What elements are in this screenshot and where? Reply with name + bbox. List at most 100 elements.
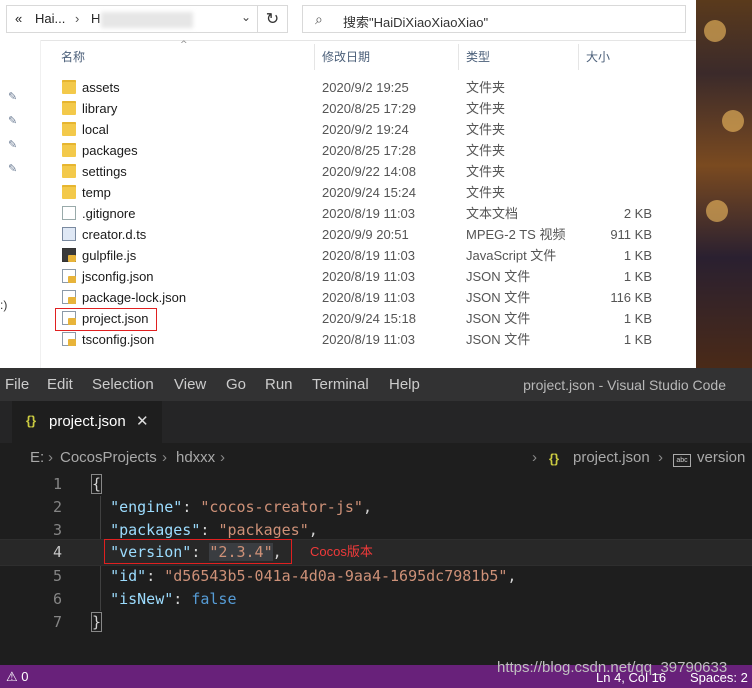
menu-help[interactable]: Help — [389, 376, 420, 393]
menu-file[interactable]: File — [5, 376, 29, 393]
file-row[interactable]: library 2020/8/25 17:29 文件夹 — [56, 98, 696, 119]
breadcrumb-folder[interactable]: CocosProjects — [60, 449, 157, 466]
file-name: local — [82, 122, 109, 137]
column-header-type[interactable]: 类型 — [466, 46, 490, 68]
pane-divider — [40, 40, 41, 368]
file-row[interactable]: jsconfig.json 2020/8/19 11:03 JSON 文件 1 KB — [56, 266, 696, 287]
json-string-value: "packages" — [218, 521, 309, 539]
column-divider[interactable] — [578, 44, 579, 70]
menu-run[interactable]: Run — [265, 376, 293, 393]
search-input[interactable]: ⌕ 搜索"HaiDiXiaoXiaoXiao" — [302, 5, 686, 33]
refresh-button[interactable]: ↻ — [258, 5, 288, 33]
column-header-size[interactable]: 大小 — [586, 46, 610, 68]
menu-view[interactable]: View — [174, 376, 206, 393]
file-type: 文件夹 — [466, 101, 506, 116]
pin-icon[interactable]: ✎ — [8, 162, 17, 175]
file-name: tsconfig.json — [82, 332, 155, 347]
file-name: settings — [82, 164, 127, 179]
window-title: project.json - Visual Studio Code — [523, 377, 726, 393]
file-type: JavaScript 文件 — [466, 248, 557, 263]
file-row[interactable]: packages 2020/8/25 17:28 文件夹 — [56, 140, 696, 161]
column-divider[interactable] — [458, 44, 459, 70]
menu-edit[interactable]: Edit — [47, 376, 73, 393]
pin-icon[interactable]: ✎ — [8, 90, 17, 103]
file-type: JSON 文件 — [466, 290, 531, 305]
breadcrumb-separator[interactable]: › — [75, 11, 79, 26]
file-row[interactable]: package-lock.json 2020/8/19 11:03 JSON 文件 1… — [56, 287, 696, 308]
js-file-icon — [62, 248, 76, 262]
address-bar[interactable]: « Hai... › H ⌄ — [6, 5, 258, 33]
tab-project-json[interactable]: {} project.json ✕ — [12, 401, 162, 443]
file-size: 116 KB — [610, 290, 652, 305]
json-key: "packages" — [110, 521, 201, 539]
problems-indicator[interactable]: ⚠ 0 — [6, 669, 29, 685]
file-name: assets — [82, 80, 120, 95]
redacted-path — [101, 12, 193, 28]
nav-item-fragment[interactable]: :) — [0, 298, 7, 312]
breadcrumb-symbol[interactable]: version — [697, 449, 745, 466]
file-row[interactable]: gulpfile.js 2020/8/19 11:03 JavaScript 文件 1… — [56, 245, 696, 266]
pin-icon[interactable]: ✎ — [8, 138, 17, 151]
tab-label: project.json — [49, 413, 126, 430]
json-file-icon — [62, 290, 76, 304]
line-number: 2 — [52, 498, 62, 516]
indentation-setting[interactable]: Spaces: 2 — [690, 670, 748, 685]
file-date: 2020/9/22 14:08 — [322, 164, 416, 179]
address-toolbar: « Hai... › H ⌄ ↻ ⌕ 搜索"HaiDiXiaoXiaoXiao" — [0, 0, 696, 41]
overflow-chevron-icon[interactable]: « — [15, 11, 22, 26]
file-name: creator.d.ts — [82, 227, 147, 242]
file-name: jsconfig.json — [82, 269, 154, 284]
breadcrumb-file[interactable]: project.json — [573, 449, 650, 466]
folder-icon — [62, 101, 76, 115]
folder-icon — [62, 143, 76, 157]
file-size: 1 KB — [623, 269, 652, 284]
folder-icon — [62, 185, 76, 199]
chevron-down-icon[interactable]: ⌄ — [241, 10, 251, 24]
file-type: 文本文档 — [466, 206, 519, 221]
file-size: 1 KB — [623, 248, 652, 263]
wallpaper-light — [722, 110, 744, 132]
breadcrumb-separator: › — [162, 449, 167, 466]
file-name: packages — [82, 143, 138, 158]
file-type: JSON 文件 — [466, 269, 531, 284]
code-editor[interactable]: 1 { 2 "engine": "cocos-creator-js", 3 "p… — [0, 473, 752, 665]
menu-go[interactable]: Go — [226, 376, 246, 393]
file-size: 1 KB — [623, 311, 652, 326]
file-row[interactable]: .gitignore 2020/8/19 11:03 文本文档 2 KB — [56, 203, 696, 224]
file-row[interactable]: local 2020/9/2 19:24 文件夹 — [56, 119, 696, 140]
string-symbol-icon: abc — [673, 451, 691, 468]
breadcrumb-segment[interactable]: H — [91, 11, 100, 26]
vscode-menubar: File Edit Selection View Go Run Terminal… — [0, 368, 752, 401]
file-date: 2020/8/19 11:03 — [322, 206, 416, 221]
json-file-icon — [62, 332, 76, 346]
menu-terminal[interactable]: Terminal — [312, 376, 369, 393]
code-line: 2 "engine": "cocos-creator-js", — [0, 496, 752, 519]
breadcrumb-segment[interactable]: Hai... — [35, 11, 65, 26]
file-name: library — [82, 101, 118, 116]
json-key: "id" — [110, 567, 147, 585]
json-string-value: "d56543b5-041a-4d0a-9aa4-1695dc7981b5" — [164, 567, 508, 585]
file-row[interactable]: settings 2020/9/22 14:08 文件夹 — [56, 161, 696, 182]
open-brace: { — [90, 474, 103, 494]
file-type: 文件夹 — [466, 185, 506, 200]
file-row[interactable]: assets 2020/9/2 19:25 文件夹 — [56, 77, 696, 98]
file-row[interactable]: temp 2020/9/24 15:24 文件夹 — [56, 182, 696, 203]
cursor-position[interactable]: Ln 4, Col 16 — [596, 670, 666, 685]
file-explorer-window: « Hai... › H ⌄ ↻ ⌕ 搜索"HaiDiXiaoXiaoXiao"… — [0, 0, 752, 368]
json-file-icon: {} — [26, 413, 37, 428]
breadcrumb: E: › CocosProjects › hdxxx › › {} projec… — [0, 443, 752, 473]
file-row[interactable]: tsconfig.json 2020/8/19 11:03 JSON 文件 1 KB — [56, 329, 696, 350]
breadcrumb-drive[interactable]: E: — [30, 449, 44, 466]
menu-selection[interactable]: Selection — [92, 376, 154, 393]
column-header-name[interactable]: 名称 — [61, 46, 85, 68]
close-icon[interactable]: ✕ — [136, 412, 149, 430]
column-header-date[interactable]: 修改日期 — [322, 46, 370, 68]
search-placeholder: 搜索"HaiDiXiaoXiaoXiao" — [343, 15, 489, 30]
json-key: "isNew" — [110, 590, 174, 608]
json-file-icon — [62, 269, 76, 283]
breadcrumb-separator: › — [532, 449, 537, 466]
file-row[interactable]: creator.d.ts 2020/9/9 20:51 MPEG-2 TS 视频 91… — [56, 224, 696, 245]
column-divider[interactable] — [314, 44, 315, 70]
breadcrumb-folder[interactable]: hdxxx — [176, 449, 215, 466]
pin-icon[interactable]: ✎ — [8, 114, 17, 127]
